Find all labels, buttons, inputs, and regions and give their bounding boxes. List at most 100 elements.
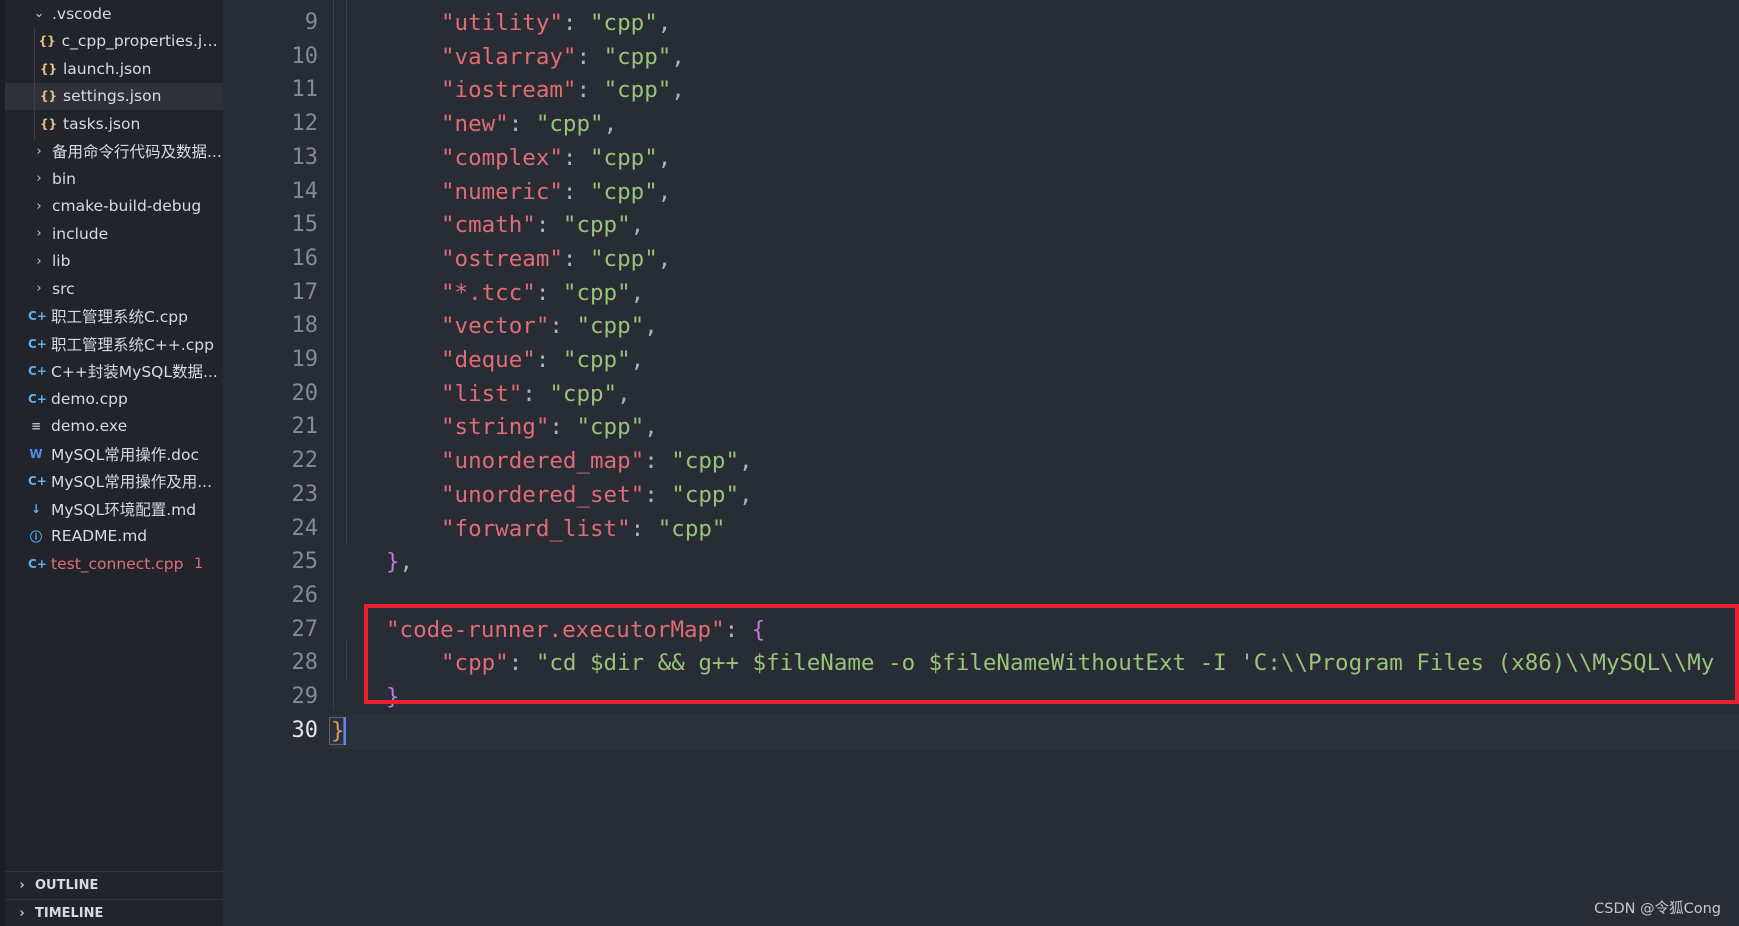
cpp-file-icon: C+ <box>28 364 47 378</box>
file-row[interactable]: ≡ demo.exe <box>5 413 223 440</box>
file-row[interactable]: C+ 职工管理系统C++.cpp <box>5 330 223 357</box>
json-file-icon: {} <box>40 116 58 131</box>
code-line[interactable]: "utility": "cpp", <box>441 6 671 40</box>
info-file-icon: ⓘ <box>29 529 42 544</box>
folder-row[interactable]: › src <box>5 275 223 302</box>
folder-row[interactable]: › 备用命令行代码及数据... <box>5 138 223 165</box>
line-number: 19 <box>291 347 319 372</box>
file-row[interactable]: ↓ MySQL环境配置.md <box>5 495 223 522</box>
tree-item-label: include <box>52 224 109 243</box>
tree-item-label: lib <box>52 252 71 270</box>
chevron-right-icon: › <box>19 905 25 921</box>
tree-item-label: launch.json <box>63 59 152 78</box>
line-number: 29 <box>291 684 319 709</box>
cpp-file-icon: C+ <box>28 474 47 488</box>
tree-item-label: test_connect.cpp <box>51 554 184 573</box>
watermark: CSDN @令狐Cong <box>1594 901 1721 917</box>
outline-panel-header[interactable]: › OUTLINE <box>5 871 223 898</box>
tree-item-label: c_cpp_properties.json <box>61 32 223 50</box>
code-line[interactable]: "cmath": "cpp", <box>441 208 644 242</box>
file-row[interactable]: {} launch.json <box>5 55 223 82</box>
indent-guide <box>333 0 334 710</box>
line-number: 16 <box>291 245 319 271</box>
tree-item-label: README.md <box>51 527 148 545</box>
file-row[interactable]: W MySQL常用操作.doc <box>5 440 223 467</box>
chevron-right-icon: › <box>36 226 42 241</box>
explorer-sidebar: ⌄ .vscode{} c_cpp_properties.json{} launch.… <box>0 0 223 926</box>
json-file-icon: {} <box>38 34 56 48</box>
line-number: 20 <box>291 380 319 406</box>
chevron-right-icon: › <box>36 143 42 159</box>
tree-item-label: cmake-build-debug <box>52 197 202 215</box>
timeline-panel-header[interactable]: › TIMELINE <box>5 899 223 926</box>
file-row[interactable]: {} settings.json <box>5 82 223 110</box>
code-line[interactable]: "forward_list": "cpp" <box>441 512 725 546</box>
cpp-file-icon: C+ <box>28 309 47 323</box>
code-line[interactable]: "iostream": "cpp", <box>441 73 685 107</box>
chevron-right-icon: › <box>36 253 42 269</box>
line-number: 23 <box>291 481 319 507</box>
code-line[interactable]: "numeric": "cpp", <box>441 175 671 209</box>
file-row[interactable]: {} c_cpp_properties.json <box>5 28 223 55</box>
code-line[interactable]: "complex": "cpp", <box>441 141 671 175</box>
folder-row[interactable]: › include <box>5 220 223 247</box>
json-file-icon: {} <box>40 89 58 103</box>
cpp-file-icon: C+ <box>28 391 47 406</box>
code-line[interactable]: "valarray": "cpp", <box>441 40 685 74</box>
line-number: 15 <box>291 212 319 238</box>
tree-item-label: bin <box>52 169 76 188</box>
folder-row[interactable]: › bin <box>5 165 223 192</box>
indent-guide <box>346 0 347 545</box>
chevron-right-icon: › <box>36 171 42 186</box>
file-row[interactable]: ⓘ README.md <box>5 523 223 550</box>
code-line[interactable]: "vector": "cpp", <box>441 309 658 343</box>
bracket-match-indicator <box>329 716 344 745</box>
tree-item-label: 职工管理系统C.cpp <box>51 308 188 326</box>
file-row[interactable]: C+ 职工管理系统C.cpp <box>5 303 223 330</box>
text-cursor <box>344 716 346 745</box>
tree-item-label: settings.json <box>63 87 162 105</box>
file-row[interactable]: C+ demo.cpp <box>5 385 223 412</box>
folder-row[interactable]: › lib <box>5 248 223 275</box>
tree-item-label: MySQL常用操作.doc <box>51 445 199 464</box>
code-line[interactable]: "ostream": "cpp", <box>441 242 671 276</box>
file-row[interactable]: C+ MySQL常用操作及用... <box>5 468 223 495</box>
line-number: 21 <box>291 414 319 440</box>
file-row[interactable]: {} tasks.json <box>5 110 223 137</box>
line-number: 14 <box>291 178 319 204</box>
code-line[interactable]: "list": "cpp", <box>441 377 631 411</box>
folder-row[interactable]: › cmake-build-debug <box>5 193 223 220</box>
line-number: 26 <box>291 582 319 608</box>
tree-item-label: demo.cpp <box>51 389 128 408</box>
cpp-file-icon: C+ <box>28 336 47 351</box>
file-row[interactable]: C+ C++封装MySQL数据... <box>5 358 223 385</box>
problem-count-badge: 1 <box>194 555 203 572</box>
code-line[interactable]: "*.tcc": "cpp", <box>441 276 644 310</box>
file-row[interactable]: C+ test_connect.cpp 1 <box>5 550 223 577</box>
tree-item-label: demo.exe <box>51 417 128 435</box>
code-editor[interactable]: 9 10 11 12 13 14 15 16 17 18 19 20 21 22 23 24 25 26 27 28 2… <box>223 0 1739 926</box>
line-number: 24 <box>291 515 319 541</box>
code-line[interactable]: "deque": "cpp", <box>441 343 644 377</box>
tree-indent-guide <box>34 28 35 140</box>
line-number: 28 <box>291 650 319 676</box>
tree-item-label: 备用命令行代码及数据... <box>52 143 222 161</box>
line-number: 10 <box>291 43 319 69</box>
tree-item-label: src <box>52 279 75 298</box>
word-file-icon: W <box>29 446 43 461</box>
code-line[interactable]: }, <box>386 545 413 579</box>
line-number: 11 <box>291 77 319 103</box>
markdown-file-icon: ↓ <box>30 501 42 516</box>
tree-item-label: MySQL环境配置.md <box>51 500 197 519</box>
timeline-label: TIMELINE <box>35 905 104 921</box>
line-number: 17 <box>291 279 319 305</box>
folder-row[interactable]: ⌄ .vscode <box>5 0 223 27</box>
code-line[interactable]: "unordered_set": "cpp", <box>441 478 753 512</box>
json-file-icon: {} <box>40 61 58 76</box>
chevron-right-icon: › <box>36 281 42 296</box>
chevron-right-icon: › <box>19 877 25 893</box>
code-line[interactable]: "string": "cpp", <box>441 410 658 444</box>
code-line[interactable]: "unordered_map": "cpp", <box>441 444 753 478</box>
code-line[interactable]: "new": "cpp", <box>441 107 617 141</box>
line-number: 12 <box>291 111 319 137</box>
